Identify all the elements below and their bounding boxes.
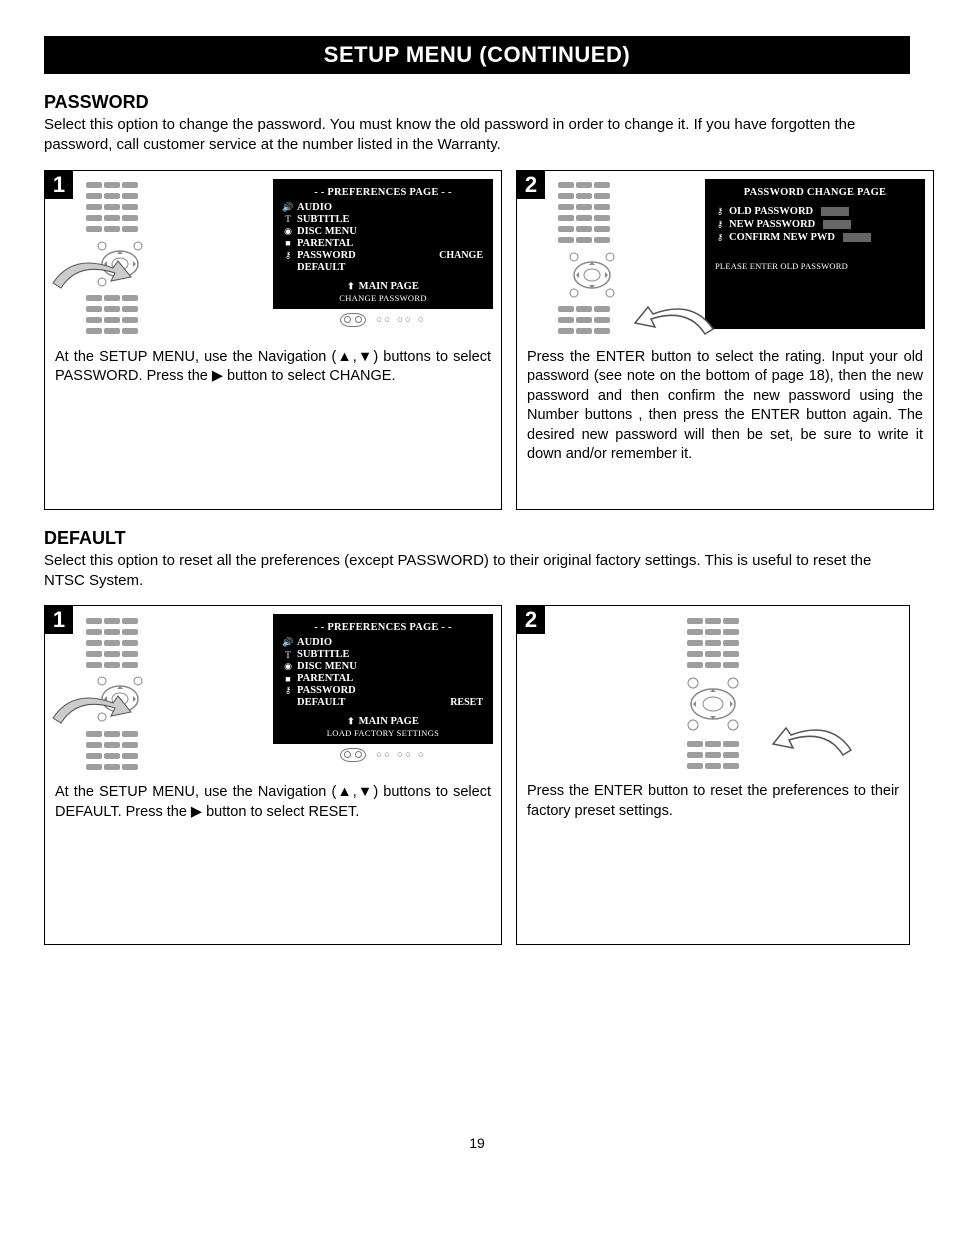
remote-illustration-center — [623, 614, 803, 772]
step-number: 1 — [45, 606, 73, 634]
remote-illustration-left — [85, 614, 265, 773]
remote-illustration-left — [85, 179, 265, 338]
remote-illustration-right — [557, 179, 697, 338]
step-number: 2 — [517, 171, 545, 199]
step-number: 2 — [517, 606, 545, 634]
tv-screen-preferences: - - PREFERENCES PAGE - -🔊AUDIOTSUBTITLE◉… — [273, 179, 493, 309]
password-heading: PASSWORD — [44, 92, 910, 113]
default-step2-cell: 2 — [516, 605, 910, 945]
password-step1-cell: 1 — [44, 170, 502, 510]
default-step2-caption: Press the ENTER button to reset the pref… — [517, 776, 909, 944]
password-body: Select this option to change the passwor… — [44, 115, 910, 156]
page-number: 19 — [44, 1135, 910, 1151]
default-body: Select this option to reset all the pref… — [44, 551, 910, 592]
password-step1-caption: At the SETUP MENU, use the Navigation (▲… — [45, 342, 501, 509]
default-step1-caption: At the SETUP MENU, use the Navigation (▲… — [45, 777, 501, 944]
password-step2-caption: Press the ENTER button to select the rat… — [517, 342, 933, 509]
tv-screen-password-change: PASSWORD CHANGE PAGE⚷OLD PASSWORD⚷NEW PA… — [705, 179, 925, 329]
dpad-icon — [557, 247, 627, 303]
default-step1-cell: 1 — [44, 605, 502, 945]
pointer-arrow-icon — [633, 289, 723, 349]
pointer-arrow-icon — [43, 243, 133, 303]
password-step2-cell: 2 — [516, 170, 934, 510]
step-number: 1 — [45, 171, 73, 199]
dpad-icon — [668, 671, 758, 737]
player-controls-icon: ○○ ○○ ○ — [273, 313, 493, 327]
tv-screen-preferences: - - PREFERENCES PAGE - -🔊AUDIOTSUBTITLE◉… — [273, 614, 493, 744]
pointer-arrow-icon — [771, 710, 861, 770]
pointer-arrow-icon — [43, 678, 133, 738]
player-controls-icon: ○○ ○○ ○ — [273, 748, 493, 762]
default-heading: DEFAULT — [44, 528, 910, 549]
page-title-bar: SETUP MENU (CONTINUED) — [44, 36, 910, 74]
